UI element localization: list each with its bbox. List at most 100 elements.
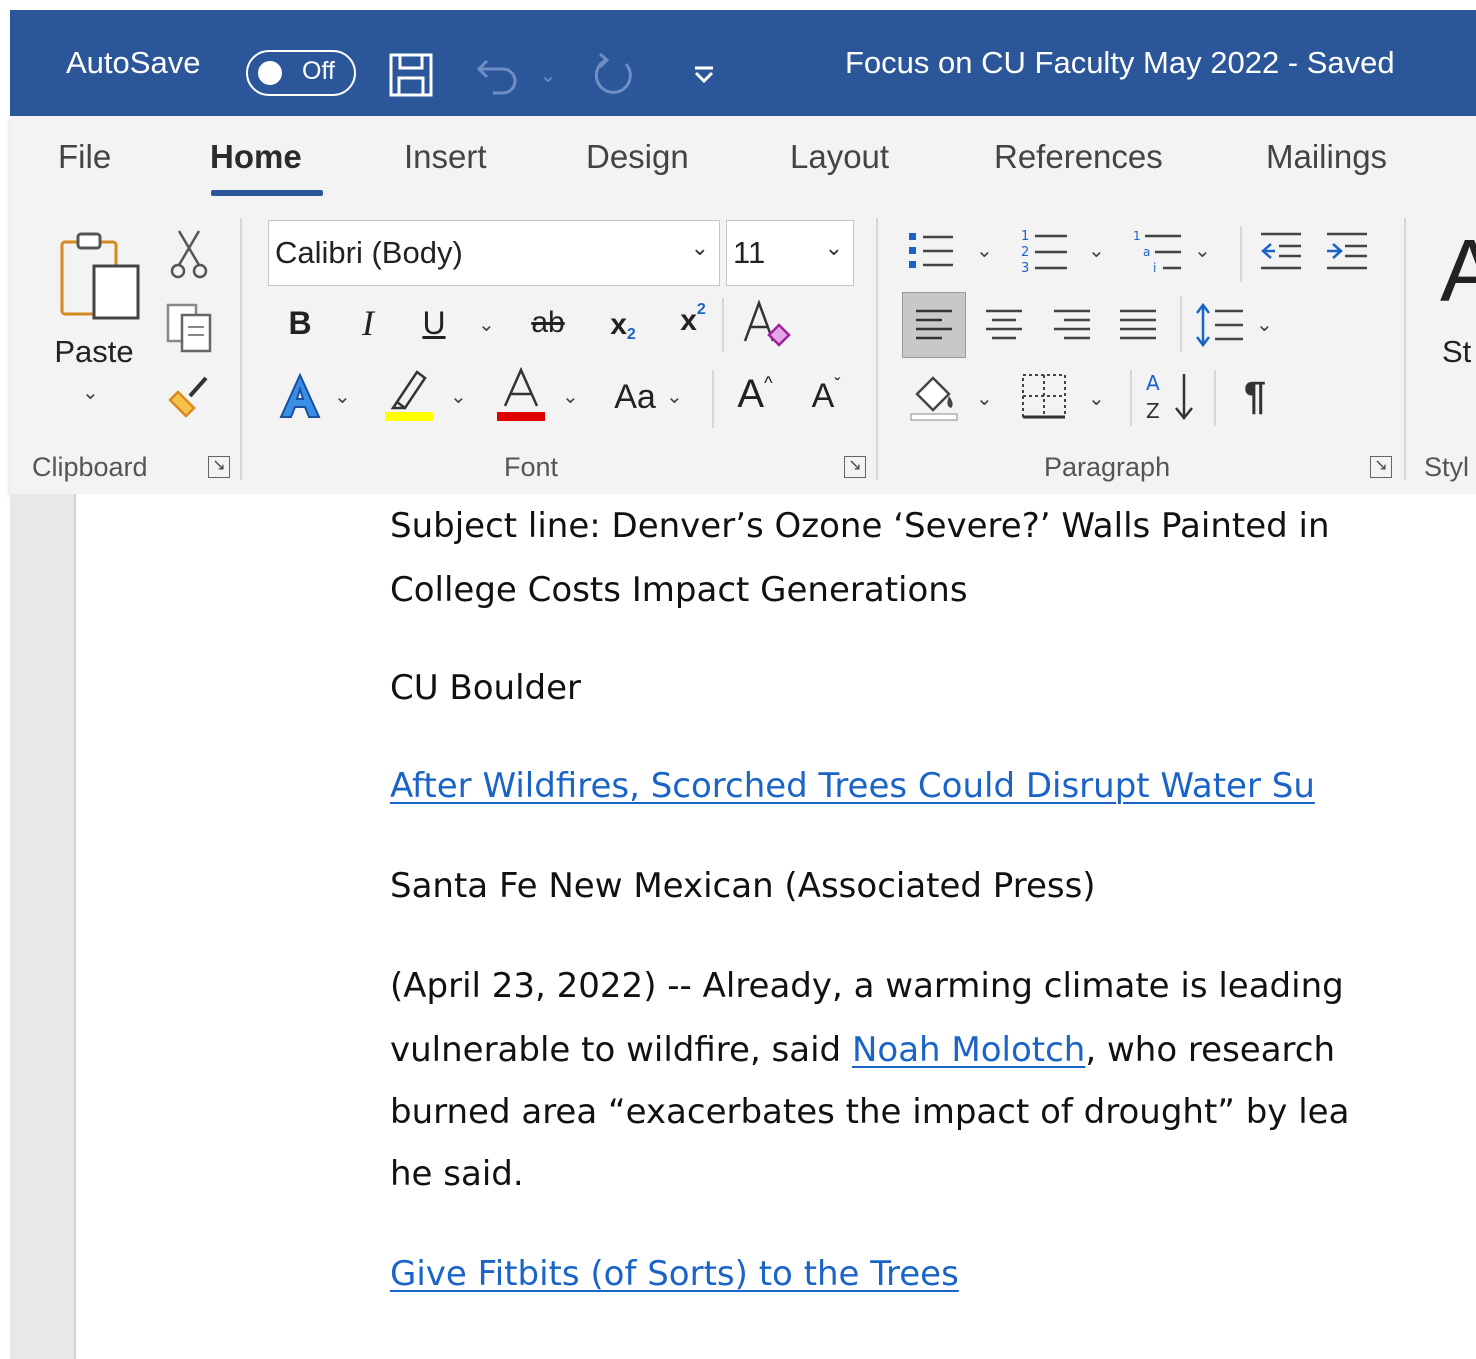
- styles-button[interactable]: St: [1442, 330, 1476, 374]
- underline-icon[interactable]: U: [414, 300, 454, 346]
- multilevel-list-icon[interactable]: 1ai: [1130, 226, 1184, 276]
- article-paragraph-line[interactable]: (April 23, 2022) -- Already, a warming c…: [390, 966, 1344, 1006]
- tab-design[interactable]: Design: [586, 138, 689, 176]
- undo-icon[interactable]: [472, 50, 532, 100]
- show-formatting-marks-icon[interactable]: ¶: [1230, 368, 1280, 424]
- numbering-icon[interactable]: 123: [1018, 226, 1070, 276]
- window-edge: [0, 0, 10, 1359]
- decrease-indent-icon[interactable]: [1256, 226, 1306, 276]
- shading-icon[interactable]: [906, 368, 962, 422]
- subject-line-continued[interactable]: College Costs Impact Generations: [390, 570, 968, 610]
- copy-icon[interactable]: [162, 300, 216, 354]
- group-separator: [240, 218, 242, 480]
- document-left-margin: [10, 494, 76, 1359]
- title-bar: AutoSave Off ⌄ Focus on CU Faculty May 2…: [10, 10, 1476, 116]
- justify-icon[interactable]: [1112, 298, 1164, 352]
- bold-icon[interactable]: B: [280, 300, 320, 346]
- font-name-dropdown-icon[interactable]: ⌄: [691, 235, 709, 261]
- paragraph-separator: [1240, 226, 1242, 282]
- borders-icon[interactable]: [1018, 370, 1070, 422]
- font-size-input[interactable]: 11 ⌄: [726, 220, 854, 286]
- shading-dropdown-icon[interactable]: ⌄: [976, 386, 993, 411]
- change-case-button[interactable]: Aa: [604, 372, 666, 422]
- format-painter-icon[interactable]: [162, 368, 216, 422]
- shrink-font-icon[interactable]: Aˇ: [802, 370, 850, 422]
- clipboard-launcher-icon[interactable]: ↘: [208, 456, 230, 478]
- tab-home[interactable]: Home: [210, 138, 302, 176]
- tab-file[interactable]: File: [58, 138, 111, 176]
- line-spacing-icon[interactable]: [1192, 298, 1248, 352]
- font-name-value: Calibri (Body): [275, 235, 463, 270]
- tab-insert[interactable]: Insert: [404, 138, 487, 176]
- highlight-icon[interactable]: [382, 366, 436, 422]
- autosave-label: AutoSave: [66, 45, 201, 80]
- source-label[interactable]: Santa Fe New Mexican (Associated Press): [390, 866, 1096, 906]
- redo-icon[interactable]: [588, 50, 642, 100]
- svg-text:A: A: [1146, 371, 1160, 395]
- underline-dropdown-icon[interactable]: ⌄: [478, 312, 495, 337]
- paste-dropdown-icon[interactable]: ⌄: [82, 380, 99, 405]
- text-effects-dropdown-icon[interactable]: ⌄: [334, 384, 351, 409]
- cut-icon[interactable]: [166, 226, 212, 280]
- bullets-icon[interactable]: [904, 226, 956, 276]
- increase-indent-icon[interactable]: [1322, 226, 1372, 276]
- font-launcher-icon[interactable]: ↘: [844, 456, 866, 478]
- paste-button[interactable]: Paste: [46, 332, 142, 372]
- font-group-label: Font: [504, 452, 559, 482]
- paragraph-text: , who research: [1085, 1030, 1336, 1070]
- italic-icon[interactable]: I: [350, 300, 386, 346]
- tab-layout[interactable]: Layout: [790, 138, 889, 176]
- document-canvas: [10, 494, 1476, 1359]
- font-size-dropdown-icon[interactable]: ⌄: [825, 235, 843, 261]
- font-name-input[interactable]: Calibri (Body) ⌄: [268, 220, 720, 286]
- strikethrough-icon[interactable]: ab: [522, 300, 574, 346]
- svg-text:2: 2: [1021, 245, 1029, 260]
- article-paragraph-line[interactable]: vulnerable to wildfire, said Noah Molotc…: [390, 1030, 1335, 1070]
- superscript-icon[interactable]: x2: [670, 296, 716, 346]
- line-spacing-dropdown-icon[interactable]: ⌄: [1256, 312, 1273, 337]
- text-effects-icon[interactable]: [274, 370, 326, 422]
- grow-font-icon[interactable]: A ^: [730, 366, 780, 422]
- autosave-toggle[interactable]: Off: [246, 50, 356, 96]
- clear-formatting-icon[interactable]: [738, 296, 794, 350]
- tab-references[interactable]: References: [994, 138, 1163, 176]
- align-center-icon[interactable]: [978, 298, 1030, 352]
- font-color-dropdown-icon[interactable]: ⌄: [562, 384, 579, 409]
- undo-dropdown-icon[interactable]: ⌄: [536, 50, 560, 100]
- word-window: AutoSave Off ⌄ Focus on CU Faculty May 2…: [0, 0, 1476, 1359]
- svg-text:3: 3: [1021, 261, 1029, 276]
- subject-line[interactable]: Subject line: Denver’s Ozone ‘Severe?’ W…: [390, 506, 1330, 546]
- paragraph-text: vulnerable to wildfire, said: [390, 1030, 852, 1070]
- paragraph-launcher-icon[interactable]: ↘: [1370, 456, 1392, 478]
- borders-dropdown-icon[interactable]: ⌄: [1088, 386, 1105, 411]
- sort-icon[interactable]: AZ: [1142, 368, 1200, 424]
- article-link-fitbits[interactable]: Give Fitbits (of Sorts) to the Trees: [390, 1254, 959, 1294]
- change-case-dropdown-icon[interactable]: ⌄: [666, 384, 683, 409]
- article-paragraph-line[interactable]: burned area “exacerbates the impact of d…: [390, 1092, 1349, 1132]
- article-paragraph-line[interactable]: he said.: [390, 1154, 524, 1194]
- align-right-icon[interactable]: [1046, 298, 1098, 352]
- paste-icon[interactable]: [56, 226, 146, 322]
- styles-gallery-icon[interactable]: A: [1440, 224, 1476, 318]
- subscript-icon[interactable]: x2: [600, 300, 646, 350]
- article-link-wildfires[interactable]: After Wildfires, Scorched Trees Could Di…: [390, 766, 1315, 806]
- align-left-icon[interactable]: [902, 292, 966, 358]
- font-size-value: 11: [733, 235, 766, 270]
- person-link-noah-molotch[interactable]: Noah Molotch: [852, 1030, 1085, 1070]
- styles-group-label: Styl: [1424, 452, 1470, 482]
- document-title: Focus on CU Faculty May 2022 - Saved: [845, 45, 1395, 80]
- source-label[interactable]: CU Boulder: [390, 668, 581, 708]
- numbering-dropdown-icon[interactable]: ⌄: [1088, 238, 1105, 263]
- font-color-icon[interactable]: [494, 366, 548, 422]
- active-tab-indicator: [211, 190, 323, 196]
- highlight-dropdown-icon[interactable]: ⌄: [450, 384, 467, 409]
- bullets-dropdown-icon[interactable]: ⌄: [976, 238, 993, 263]
- font-separator: [712, 370, 714, 428]
- tab-mailings[interactable]: Mailings: [1266, 138, 1387, 176]
- customize-toolbar-icon[interactable]: [684, 50, 724, 100]
- save-icon[interactable]: [386, 50, 436, 100]
- group-separator: [1404, 218, 1406, 480]
- multilevel-dropdown-icon[interactable]: ⌄: [1194, 238, 1211, 263]
- group-separator: [876, 218, 878, 480]
- paragraph-group-label: Paragraph: [1044, 452, 1171, 482]
